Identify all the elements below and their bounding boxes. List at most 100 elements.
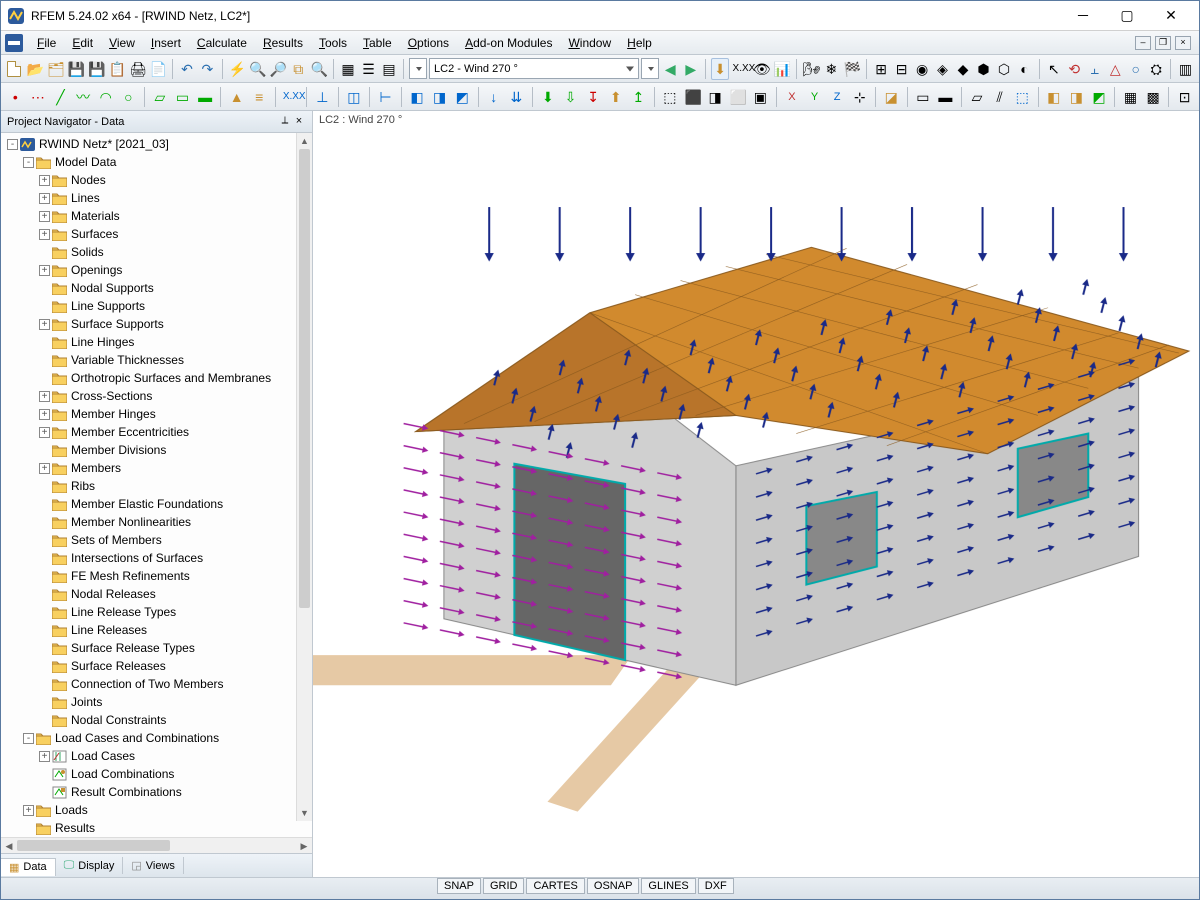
view-persp-button[interactable]: ▣: [750, 86, 771, 108]
status-dxf[interactable]: DXF: [698, 878, 734, 894]
scroll-left-button[interactable]: ◀: [1, 838, 17, 854]
tab-display[interactable]: 🖵Display: [56, 857, 124, 874]
tree-item-ribs[interactable]: Ribs: [3, 477, 312, 495]
tree-item-variable-thicknesses[interactable]: Variable Thicknesses: [3, 351, 312, 369]
tree-item-solids[interactable]: Solids: [3, 243, 312, 261]
zoom-out-button[interactable]: 🔍: [309, 58, 327, 80]
tree-item-sets-of-members[interactable]: Sets of Members: [3, 531, 312, 549]
mdi-restore-button[interactable]: ❐: [1155, 36, 1171, 50]
status-glines[interactable]: GLINES: [641, 878, 695, 894]
expand-icon[interactable]: -: [7, 139, 18, 150]
tree-item-joints[interactable]: Joints: [3, 693, 312, 711]
maximize-button[interactable]: ▢: [1105, 2, 1149, 30]
report-button[interactable]: 📄: [148, 58, 166, 80]
tree-item-members[interactable]: +Members: [3, 459, 312, 477]
zoom-in-button[interactable]: 🔎: [268, 58, 286, 80]
section-tool-2[interactable]: ⊢: [375, 86, 396, 108]
support-button[interactable]: △: [1106, 58, 1124, 80]
load-tool-5[interactable]: ↧: [583, 86, 604, 108]
expand-icon[interactable]: +: [39, 265, 50, 276]
h-scroll-thumb[interactable]: [17, 840, 170, 851]
menu-file[interactable]: File: [29, 34, 64, 52]
menu-calculate[interactable]: Calculate: [189, 34, 255, 52]
tree-item-result-combinations[interactable]: Result Combinations: [3, 783, 312, 801]
scroll-thumb[interactable]: [299, 149, 310, 608]
close-panel-icon[interactable]: ×: [292, 115, 306, 129]
arc-tool[interactable]: ◠: [95, 86, 116, 108]
finish-flag-button[interactable]: 🏁: [843, 58, 861, 80]
close-button[interactable]: ✕: [1149, 2, 1193, 30]
results-panel-button[interactable]: 📊: [772, 58, 790, 80]
print-button[interactable]: 🖨: [128, 58, 146, 80]
save-button[interactable]: 💾: [66, 58, 84, 80]
rotate-button[interactable]: ⟲: [1065, 58, 1083, 80]
mesh-2-button[interactable]: ▩: [1143, 86, 1164, 108]
module-1-button[interactable]: ◉: [913, 58, 931, 80]
mass-tool-2[interactable]: ◨: [429, 86, 450, 108]
tree-item-member-eccentricities[interactable]: +Member Eccentricities: [3, 423, 312, 441]
tab-data[interactable]: ▦Data: [1, 858, 56, 876]
expand-icon[interactable]: +: [39, 193, 50, 204]
undo-button[interactable]: ↶: [178, 58, 196, 80]
loadcase-type-dropdown[interactable]: [409, 58, 427, 79]
expand-icon[interactable]: +: [39, 391, 50, 402]
prev-lc-button[interactable]: ◀: [661, 58, 679, 80]
next-lc-button[interactable]: ▶: [682, 58, 700, 80]
vertical-scrollbar[interactable]: ▲ ▼: [296, 133, 312, 821]
expand-icon[interactable]: +: [39, 427, 50, 438]
tree-item-cross-sections[interactable]: +Cross-Sections: [3, 387, 312, 405]
node-tool[interactable]: •: [5, 86, 26, 108]
render-2-button[interactable]: ▬: [935, 86, 956, 108]
tree-item-line-hinges[interactable]: Line Hinges: [3, 333, 312, 351]
tree-item-connection-of-two-members[interactable]: Connection of Two Members: [3, 675, 312, 693]
status-osnap[interactable]: OSNAP: [587, 878, 640, 894]
minimize-button[interactable]: －: [1061, 2, 1105, 30]
tree-item-intersections-of-surfaces[interactable]: Intersections of Surfaces: [3, 549, 312, 567]
tree-item-member-nonlinearities[interactable]: Member Nonlinearities: [3, 513, 312, 531]
clip-plane-button[interactable]: ◪: [881, 86, 902, 108]
menu-help[interactable]: Help: [619, 34, 660, 52]
view-x-button[interactable]: ⬛: [682, 86, 703, 108]
navigator-tree[interactable]: -RWIND Netz* [2021_03]-Model Data+Nodes+…: [1, 133, 312, 837]
expand-icon[interactable]: +: [23, 805, 34, 816]
tree-item-nodes[interactable]: +Nodes: [3, 171, 312, 189]
display-button[interactable]: ▤: [380, 58, 398, 80]
open-project-button[interactable]: 🗂: [46, 58, 64, 80]
load-tool-3[interactable]: ⬇: [538, 86, 559, 108]
view-iso-button[interactable]: ⬚: [660, 86, 681, 108]
navigator-button[interactable]: ☰: [359, 58, 377, 80]
tree-item-surface-releases[interactable]: Surface Releases: [3, 657, 312, 675]
expand-icon[interactable]: +: [39, 751, 50, 762]
menu-tools[interactable]: Tools: [311, 34, 355, 52]
last-tool-button[interactable]: ⊡: [1174, 86, 1195, 108]
tree-item-orthotropic-surfaces-and-membranes[interactable]: Orthotropic Surfaces and Membranes: [3, 369, 312, 387]
new-file-button[interactable]: [5, 58, 23, 80]
hinge-button[interactable]: ○: [1127, 58, 1145, 80]
mesh-1-button[interactable]: ▦: [1120, 86, 1141, 108]
tables-button[interactable]: ▦: [339, 58, 357, 80]
line-tool[interactable]: ╱: [50, 86, 71, 108]
expand-icon[interactable]: +: [39, 175, 50, 186]
mdi-minimize-button[interactable]: –: [1135, 36, 1151, 50]
tree-root[interactable]: -RWIND Netz* [2021_03]: [3, 135, 312, 153]
expand-icon[interactable]: +: [39, 319, 50, 330]
axis-toggle-button[interactable]: ⊹: [849, 86, 870, 108]
model-viewport[interactable]: LC2 : Wind 270 °: [313, 111, 1199, 877]
tree-item-member-divisions[interactable]: Member Divisions: [3, 441, 312, 459]
circle-tool[interactable]: ○: [118, 86, 139, 108]
scroll-right-button[interactable]: ▶: [296, 838, 312, 854]
loadcase-nav-dropdown[interactable]: [641, 58, 659, 79]
view-y-button[interactable]: ◨: [705, 86, 726, 108]
tree-item-lines[interactable]: +Lines: [3, 189, 312, 207]
scroll-down-button[interactable]: ▼: [297, 805, 312, 821]
menu-add-on-modules[interactable]: Add-on Modules: [457, 34, 560, 52]
tree-item-nodal-supports[interactable]: Nodal Supports: [3, 279, 312, 297]
tab-views[interactable]: ◲Views: [123, 857, 184, 874]
expand-icon[interactable]: +: [39, 211, 50, 222]
model-2-button[interactable]: ⫽: [989, 86, 1010, 108]
menu-options[interactable]: Options: [400, 34, 457, 52]
select-button[interactable]: ↖: [1045, 58, 1063, 80]
open-button[interactable]: 📂: [25, 58, 43, 80]
tree-results[interactable]: Results: [3, 819, 312, 837]
load-tool-7[interactable]: ↥: [628, 86, 649, 108]
